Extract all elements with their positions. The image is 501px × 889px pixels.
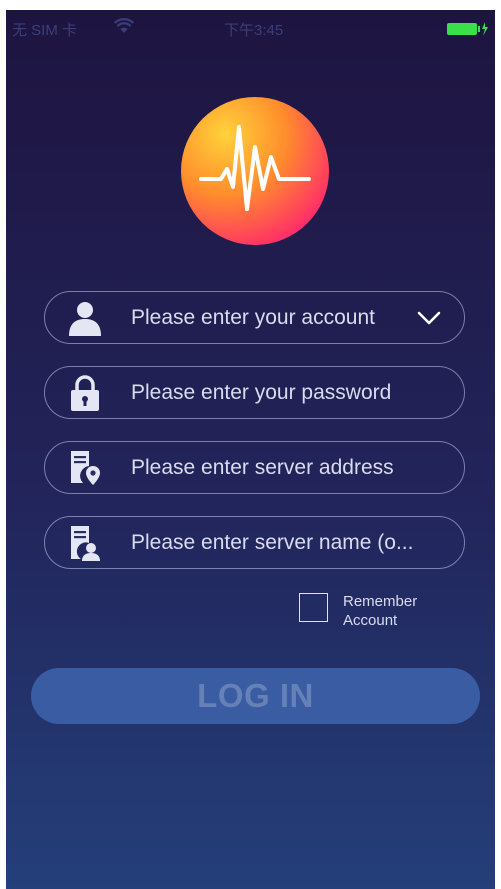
password-field[interactable] (44, 366, 465, 419)
password-input[interactable] (131, 380, 431, 406)
remember-checkbox[interactable] (299, 593, 328, 622)
user-icon (67, 300, 103, 336)
heartbeat-logo-icon (181, 97, 329, 245)
chevron-down-icon[interactable] (417, 308, 441, 328)
clock-label: 下午3:45 (224, 22, 284, 39)
server-name-input[interactable] (131, 530, 431, 556)
server-address-field[interactable] (44, 441, 465, 494)
server-address-input[interactable] (131, 455, 431, 481)
login-button[interactable]: LOG IN (31, 668, 480, 724)
status-bar: 无 SIM 卡 下午3:45 (6, 10, 495, 46)
lock-icon (67, 375, 103, 411)
server-location-icon (67, 450, 103, 486)
remember-label: Remember Account (343, 593, 418, 629)
battery-icon (447, 22, 489, 40)
carrier-label: 无 SIM 卡 (12, 22, 78, 39)
account-field[interactable] (44, 291, 465, 344)
wifi-icon (114, 18, 134, 38)
server-user-icon (67, 525, 103, 561)
login-screen: 无 SIM 卡 下午3:45 Please enter your account… (6, 10, 495, 889)
server-name-field[interactable] (44, 516, 465, 569)
account-input[interactable] (131, 305, 431, 331)
